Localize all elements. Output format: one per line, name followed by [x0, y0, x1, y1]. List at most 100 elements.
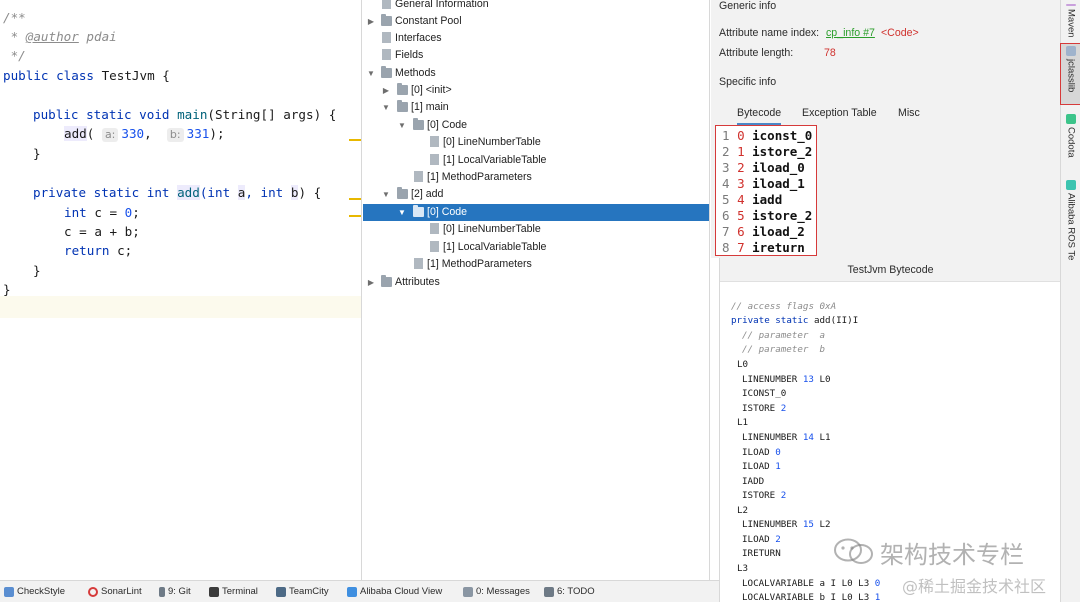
tree-item-main-code[interactable]: ▼ [0] Code	[363, 117, 709, 134]
bytecode-line[interactable]: 4 3 iload_1	[722, 176, 805, 192]
attr-length-value: 78	[824, 47, 836, 59]
code-editor[interactable]: /** * @author pdai */ public class TestJ…	[0, 0, 362, 580]
bytecode-line[interactable]: 2 1 istore_2	[722, 144, 812, 160]
bytecode-line[interactable]: 5 4 iadd	[722, 192, 782, 208]
bytecode-line[interactable]: 6 5 istore_2	[722, 208, 812, 224]
tab-terminal[interactable]: Terminal	[209, 586, 258, 597]
tree-item-label: [1] MethodParameters	[427, 258, 532, 270]
tool-tab-label: SonarLint	[101, 586, 142, 597]
tab-teamcity[interactable]: TeamCity	[276, 586, 329, 597]
tab-alibaba-ros[interactable]: Alibaba ROS Te	[1061, 178, 1080, 266]
bytecode-text-line: L0	[737, 359, 749, 370]
code-line: }	[33, 263, 41, 278]
folder-icon	[413, 205, 424, 217]
bytecode-offset: 1	[737, 144, 745, 159]
change-marker[interactable]	[349, 139, 361, 141]
keyword: (int	[199, 185, 238, 200]
method-name: add	[177, 185, 200, 200]
code-line: }	[3, 282, 11, 297]
sonarlint-icon	[88, 586, 98, 597]
tool-tab-label: Alibaba ROS Te	[1065, 193, 1077, 261]
tree-item-add-code[interactable]: ▼ [0] Code	[363, 204, 709, 221]
code-line: c = a + b;	[64, 224, 140, 239]
bytecode-line[interactable]: 3 2 iload_0	[722, 160, 805, 176]
tree-item-label: [0] LineNumberTable	[443, 223, 541, 235]
tree-item-main[interactable]: ▼ [1] main	[363, 99, 709, 116]
tree-item-init[interactable]: ▶ [0] <init>	[363, 82, 709, 99]
tab-bytecode[interactable]: Bytecode	[737, 107, 782, 125]
number: 15	[802, 519, 814, 530]
number-literal: 330	[121, 126, 145, 141]
tree-item-method-parameters[interactable]: [1] MethodParameters	[363, 256, 709, 273]
code-text: LINENUMBER	[742, 519, 803, 530]
code-line: }	[33, 146, 41, 161]
tab-exception-table[interactable]: Exception Table	[802, 107, 877, 125]
tab-messages[interactable]: 0: Messages	[463, 586, 530, 597]
tree-item-constant-pool[interactable]: ▶ Constant Pool	[363, 13, 709, 30]
tree-item-line-number-table[interactable]: [0] LineNumberTable	[363, 134, 709, 151]
tree-item-method-parameters[interactable]: [1] MethodParameters	[363, 169, 709, 186]
tree-item-general-information[interactable]: General Information	[363, 0, 709, 13]
collapse-arrow-icon[interactable]: ▼	[397, 117, 407, 134]
bytecode-text-line: private static add(II)I	[731, 314, 858, 329]
bytecode-listing[interactable]: 1 0 iconst_0 2 1 istore_2 3 2 iload_0 4 …	[715, 125, 817, 256]
code-line: private static int add(int a, int b) {	[33, 183, 321, 202]
expand-arrow-icon[interactable]: ▶	[366, 274, 376, 291]
tree-item-local-variable-table[interactable]: [1] LocalVariableTable	[363, 239, 709, 256]
tree-item-label: [0] <init>	[411, 84, 452, 96]
tab-git[interactable]: 9: Git	[159, 586, 191, 597]
class-structure-tree[interactable]: General Information ▶ Constant Pool Inter…	[363, 0, 710, 580]
code-text: ) {	[298, 185, 322, 200]
tree-item-add[interactable]: ▼ [2] add	[363, 186, 709, 203]
tree-item-local-variable-table[interactable]: [1] LocalVariableTable	[363, 152, 709, 169]
bytecode-offset: 7	[737, 240, 745, 255]
tab-maven[interactable]: Maven	[1061, 2, 1080, 38]
collapse-arrow-icon[interactable]: ▼	[381, 186, 391, 203]
tab-codota[interactable]: Codota	[1061, 112, 1080, 164]
attr-name-label: Attribute name index:	[719, 27, 820, 39]
expand-arrow-icon[interactable]: ▶	[381, 82, 391, 99]
code-text: LINENUMBER	[742, 374, 803, 385]
change-marker[interactable]	[349, 198, 361, 200]
collapse-arrow-icon[interactable]: ▼	[381, 99, 391, 116]
tree-item-fields[interactable]: Fields	[363, 47, 709, 64]
number: 0	[874, 578, 881, 589]
bytecode-line[interactable]: 7 6 iload_2	[722, 224, 805, 240]
tab-sonarlint[interactable]: SonarLint	[88, 586, 142, 597]
watermark-text: 架构技术专栏	[880, 541, 1024, 569]
tree-item-attributes[interactable]: ▶ Attributes	[363, 274, 709, 291]
tab-todo[interactable]: 6: TODO	[544, 586, 595, 597]
opcode: iload_1	[752, 176, 805, 191]
tree-item-label: [1] main	[411, 101, 449, 113]
teamcity-icon	[276, 586, 286, 597]
keyword: public static void	[33, 107, 170, 122]
tree-item-label: General Information	[395, 0, 489, 10]
bytecode-line[interactable]: 1 0 iconst_0	[722, 128, 812, 144]
javadoc-tag: @author	[25, 29, 79, 44]
tree-item-label: Constant Pool	[395, 15, 462, 27]
tab-checkstyle[interactable]: CheckStyle	[4, 586, 65, 597]
code-line: int c = 0;	[64, 203, 140, 222]
change-marker[interactable]	[349, 215, 361, 217]
number: 1	[874, 592, 881, 602]
alibaba-ros-icon	[1066, 180, 1076, 190]
tab-misc[interactable]: Misc	[898, 107, 920, 125]
expand-arrow-icon[interactable]: ▶	[366, 13, 376, 30]
number: 2	[780, 490, 787, 501]
tree-item-line-number-table[interactable]: [0] LineNumberTable	[363, 221, 709, 238]
collapse-arrow-icon[interactable]: ▼	[397, 204, 407, 221]
tree-item-methods[interactable]: ▼ Methods	[363, 65, 709, 82]
tree-item-interfaces[interactable]: Interfaces	[363, 30, 709, 47]
tree-item-label: Fields	[395, 49, 424, 61]
bytecode-offset: 6	[737, 224, 745, 239]
cp-info-link[interactable]: cp_info #7	[826, 27, 875, 39]
collapse-arrow-icon[interactable]: ▼	[366, 65, 376, 82]
tree-item-label: Attributes	[395, 276, 440, 288]
tab-alibaba-cloud-view[interactable]: Alibaba Cloud View	[347, 586, 442, 597]
tab-jclasslib[interactable]: jclasslib	[1060, 43, 1080, 105]
bytecode-text-line: L2	[737, 505, 749, 516]
tree-item-label: [2] add	[411, 188, 444, 200]
alibaba-cloud-icon	[347, 586, 357, 597]
folder-icon	[381, 275, 392, 287]
bytecode-line[interactable]: 8 7 ireturn	[722, 240, 805, 256]
